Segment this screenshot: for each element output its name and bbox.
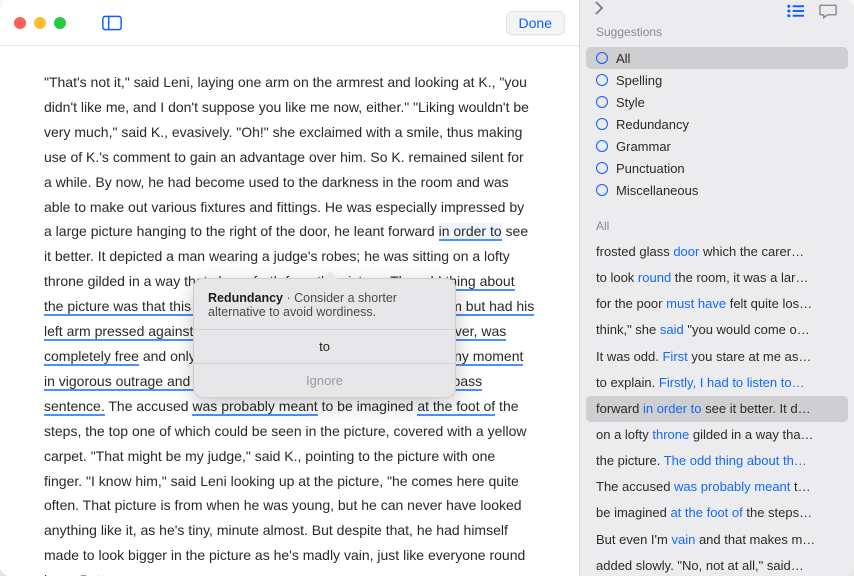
suggestion-post: the room, it was a lar…: [671, 270, 808, 285]
suggestion-pre: It was odd.: [596, 349, 662, 364]
body-text: to be imagined: [318, 398, 418, 414]
suggestion-pre: be imagined: [596, 505, 670, 520]
suggestion-highlight: round: [638, 270, 671, 285]
suggestion-pre: added slowly. "No, not at all," said…: [596, 558, 804, 573]
suggestion-item[interactable]: It was odd. First you stare at me as…: [586, 344, 848, 370]
body-text: "That's not it," said Leni, laying one a…: [44, 74, 529, 239]
suggestion-pre: on a lofty: [596, 427, 652, 442]
list-view-icon[interactable]: [786, 3, 805, 19]
suggestion-popover: Redundancy · Consider a shorter alternat…: [193, 278, 456, 398]
highlighted-text[interactable]: in order to: [439, 223, 502, 241]
suggestion-pre: think," she: [596, 322, 660, 337]
suggestion-highlight: at the foot of: [670, 505, 742, 520]
app-window: Done "That's not it," said Leni, laying …: [0, 0, 854, 576]
filter-redundancy[interactable]: Redundancy: [586, 113, 848, 135]
filter-label: Punctuation: [616, 161, 685, 176]
filter-all[interactable]: All: [586, 47, 848, 69]
filter-label: Miscellaneous: [616, 183, 698, 198]
suggestion-item[interactable]: the picture. The odd thing about th…: [586, 448, 848, 474]
suggestion-post: which the carer…: [699, 244, 804, 259]
suggestion-item[interactable]: forward in order to see it better. It d…: [586, 396, 848, 422]
suggestion-pre: But even I'm: [596, 532, 671, 547]
suggestion-pre: frosted glass: [596, 244, 673, 259]
body-text: the steps, the top one of which could be…: [44, 398, 527, 576]
suggestion-post: t…: [790, 479, 810, 494]
filter-label: Spelling: [616, 73, 662, 88]
highlighted-text[interactable]: was probably meant: [192, 398, 317, 416]
popover-title: Redundancy · Consider a shorter alternat…: [208, 291, 441, 319]
suggestion-list: frosted glass door which the carer…to lo…: [580, 239, 854, 576]
suggestion-highlight: First: [662, 349, 687, 364]
suggestion-item[interactable]: be imagined at the foot of the steps…: [586, 500, 848, 526]
suggestion-pre: for the poor: [596, 296, 666, 311]
filter-label: Style: [616, 95, 645, 110]
sidebar-icon: [102, 15, 122, 31]
suggestion-post: the steps…: [743, 505, 812, 520]
suggestion-highlight: must have: [666, 296, 726, 311]
suggestion-pre: the picture.: [596, 453, 664, 468]
filter-grammar[interactable]: Grammar: [586, 135, 848, 157]
popover-replace-button[interactable]: to: [194, 329, 455, 363]
suggestions-panel: Suggestions All Spelling Style Redundancy Gr…: [580, 0, 854, 576]
filter-list: All Spelling Style Redundancy Grammar Punctua…: [580, 47, 854, 201]
suggestion-highlight: was probably meant: [674, 479, 790, 494]
close-icon[interactable]: [14, 17, 26, 29]
filter-label: Redundancy: [616, 117, 689, 132]
suggestion-highlight: door: [673, 244, 699, 259]
suggestion-item[interactable]: added slowly. "No, not at all," said…: [586, 553, 848, 576]
sidebar-toggle-button[interactable]: [102, 15, 122, 31]
comment-icon[interactable]: [819, 3, 838, 19]
suggestion-pre: forward: [596, 401, 643, 416]
filter-label: All: [616, 51, 630, 66]
zoom-icon[interactable]: [54, 17, 66, 29]
highlighted-text[interactable]: at the foot of: [417, 398, 495, 416]
radio-icon: [596, 140, 608, 152]
body-text: The accused: [105, 398, 193, 414]
radio-icon: [596, 96, 608, 108]
radio-icon: [596, 184, 608, 196]
suggestion-item[interactable]: frosted glass door which the carer…: [586, 239, 848, 265]
suggestion-item[interactable]: to explain. Firstly, I had to listen to…: [586, 370, 848, 396]
suggestion-post: see it better. It d…: [702, 401, 811, 416]
chevron-right-icon[interactable]: [590, 0, 608, 21]
suggestion-item[interactable]: The accused was probably meant t…: [586, 474, 848, 500]
suggestion-post: "you would come o…: [684, 322, 810, 337]
radio-icon: [596, 74, 608, 86]
suggestion-pre: to explain.: [596, 375, 659, 390]
suggestion-pre: to look: [596, 270, 638, 285]
radio-icon: [596, 52, 608, 64]
suggestion-post: gilded in a way tha…: [689, 427, 813, 442]
filter-punctuation[interactable]: Punctuation: [586, 157, 848, 179]
suggestion-item[interactable]: But even I'm vain and that makes m…: [586, 527, 848, 553]
toolbar: Done: [0, 0, 579, 46]
window-controls: [14, 17, 66, 29]
filters-heading: Suggestions: [580, 21, 854, 47]
suggestion-highlight: said: [660, 322, 684, 337]
suggestion-post: felt quite los…: [726, 296, 812, 311]
suggestion-pre: The accused: [596, 479, 674, 494]
suggestion-post: and that makes m…: [695, 532, 815, 547]
suggestion-highlight: vain: [671, 532, 695, 547]
main-pane: Done "That's not it," said Leni, laying …: [0, 0, 580, 576]
panel-toolbar: [580, 0, 854, 21]
minimize-icon[interactable]: [34, 17, 46, 29]
suggestion-highlight: throne: [652, 427, 689, 442]
suggestion-item[interactable]: for the poor must have felt quite los…: [586, 291, 848, 317]
suggestions-heading: All: [580, 201, 854, 239]
done-button[interactable]: Done: [506, 11, 565, 35]
suggestion-item[interactable]: think," she said "you would come o…: [586, 317, 848, 343]
suggestion-item[interactable]: on a lofty throne gilded in a way tha…: [586, 422, 848, 448]
suggestion-highlight: in order to: [643, 401, 702, 416]
filter-spelling[interactable]: Spelling: [586, 69, 848, 91]
radio-icon: [596, 162, 608, 174]
popover-ignore-button[interactable]: Ignore: [194, 363, 455, 397]
filter-miscellaneous[interactable]: Miscellaneous: [586, 179, 848, 201]
radio-icon: [596, 118, 608, 130]
filter-style[interactable]: Style: [586, 91, 848, 113]
suggestion-highlight: Firstly, I had to listen to…: [659, 375, 805, 390]
suggestion-post: you stare at me as…: [688, 349, 812, 364]
suggestion-highlight: The odd thing about th…: [664, 453, 807, 468]
filter-label: Grammar: [616, 139, 671, 154]
suggestion-item[interactable]: to look round the room, it was a lar…: [586, 265, 848, 291]
